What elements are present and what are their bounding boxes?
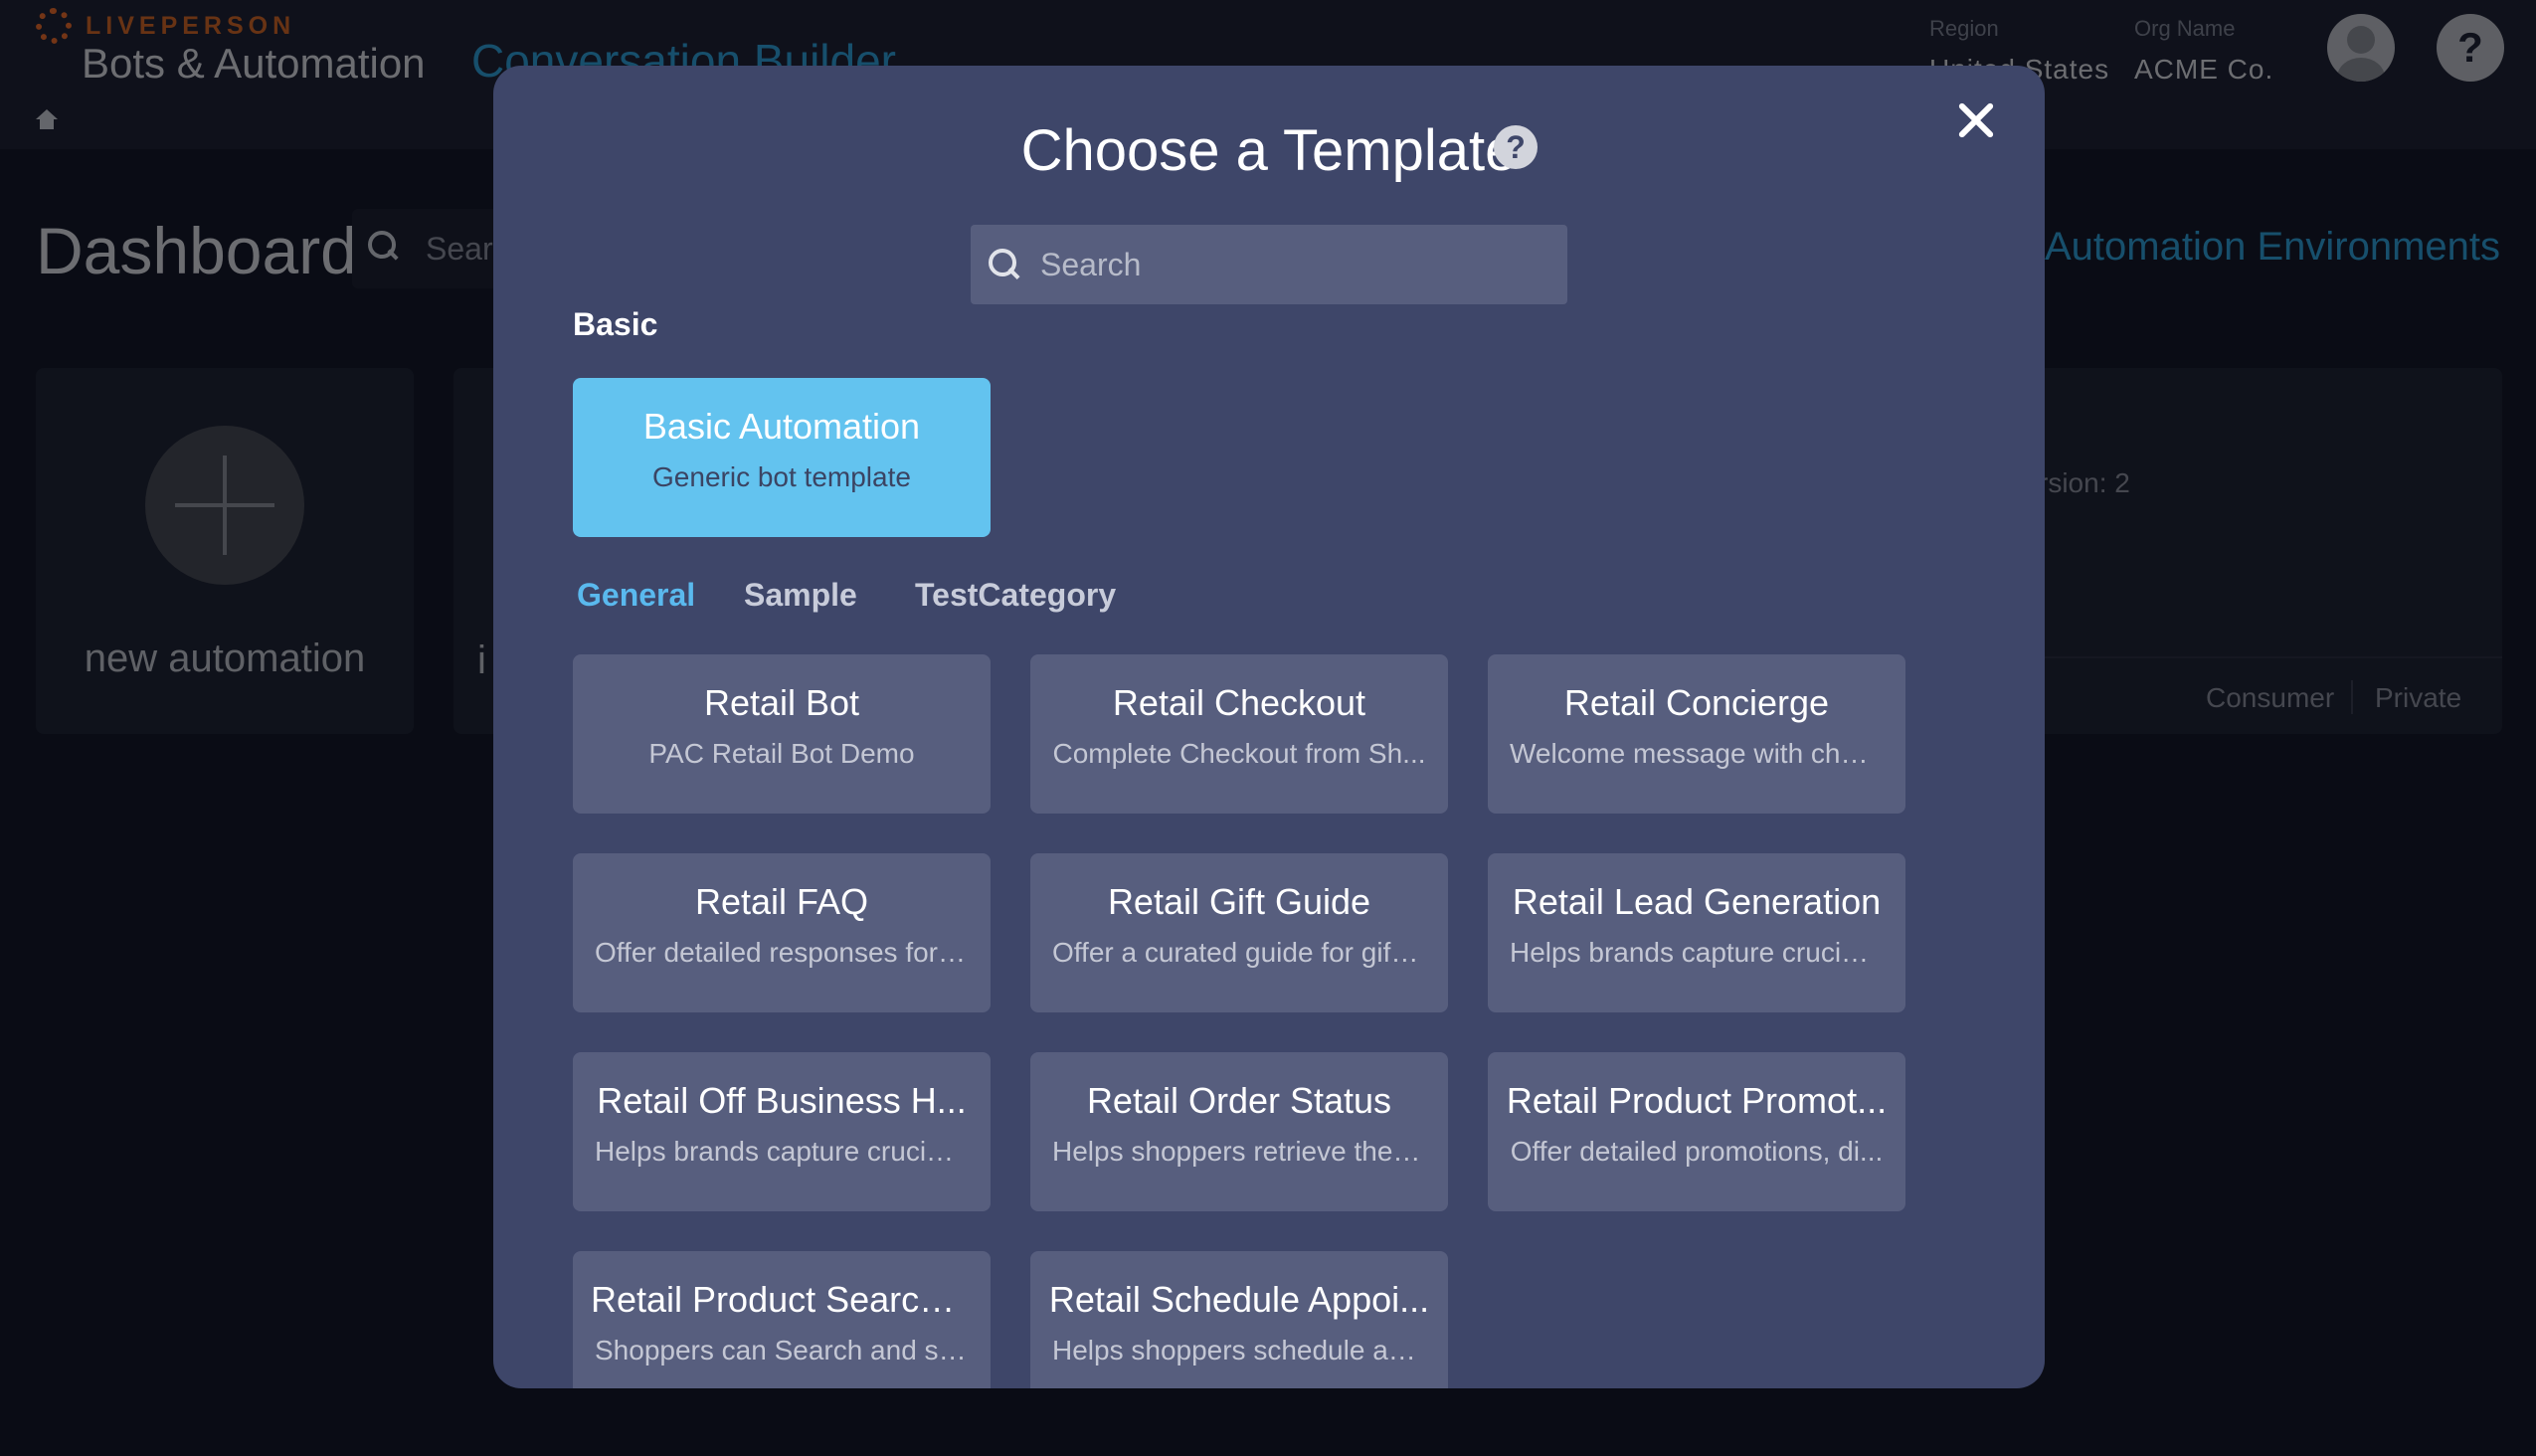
template-tile[interactable]: Retail FAQ Offer detailed responses for … — [573, 853, 991, 1012]
template-tile[interactable]: Retail Product Search ... Shoppers can S… — [573, 1251, 991, 1388]
template-description: Helps brands capture crucial... — [1510, 937, 1887, 968]
template-description: Generic bot template — [652, 461, 911, 492]
template-description: Helps brands capture crucial... — [595, 1136, 972, 1167]
modal-title: Choose a Template — [1020, 118, 1518, 183]
help-icon[interactable]: ? — [1494, 125, 1538, 169]
template-name: Retail Gift Guide — [1107, 881, 1371, 922]
basic-section-label: Basic — [573, 306, 658, 342]
template-description: Offer detailed promotions, di... — [1510, 1136, 1884, 1167]
template-tile[interactable]: Retail Bot PAC Retail Bot Demo — [573, 654, 991, 814]
template-description: Helps shoppers schedule ap... — [1052, 1335, 1427, 1365]
template-description: Complete Checkout from Sh... — [1052, 738, 1426, 769]
tab-general[interactable]: General — [577, 577, 695, 614]
template-tile[interactable]: Retail Concierge Welcome message with ch… — [1488, 654, 1905, 814]
template-name: Retail Product Search ... — [591, 1279, 980, 1320]
tab-testcategory[interactable]: TestCategory — [915, 577, 1116, 614]
template-tile[interactable]: Retail Product Promot... Offer detailed … — [1488, 1052, 1905, 1211]
template-description: Helps shoppers retrieve the l... — [1052, 1136, 1430, 1167]
template-tile[interactable]: Retail Gift Guide Offer a curated guide … — [1030, 853, 1448, 1012]
template-name: Retail Concierge — [1563, 682, 1830, 723]
template-tile[interactable]: Retail Lead Generation Helps brands capt… — [1488, 853, 1905, 1012]
tab-sample[interactable]: Sample — [744, 577, 857, 614]
search-icon — [989, 249, 1020, 280]
template-description: Shoppers can Search and sh... — [595, 1335, 978, 1365]
template-tile[interactable]: Retail Order Status Helps shoppers retri… — [1030, 1052, 1448, 1211]
template-name: Retail Order Status — [1086, 1080, 1392, 1121]
template-description: Offer a curated guide for gift ... — [1052, 937, 1430, 968]
template-name: Retail Schedule Appoi... — [1048, 1279, 1430, 1320]
template-search[interactable] — [971, 225, 1567, 304]
template-tile[interactable]: Retail Schedule Appoi... Helps shoppers … — [1030, 1251, 1448, 1388]
template-tile[interactable]: Retail Off Business H... Helps brands ca… — [573, 1052, 991, 1211]
template-tile[interactable]: Retail Checkout Complete Checkout from S… — [1030, 654, 1448, 814]
choose-template-modal: Choose a Template ? Basic Basic Automati… — [493, 66, 2045, 1388]
template-tile-basic-automation[interactable]: Basic Automation Generic bot template — [573, 378, 991, 537]
template-description: PAC Retail Bot Demo — [648, 738, 915, 769]
template-name: Retail Off Business H... — [597, 1080, 967, 1121]
template-name: Basic Automation — [642, 406, 921, 447]
template-name: Retail Lead Generation — [1512, 881, 1882, 922]
template-search-input[interactable] — [1040, 225, 1557, 304]
template-name: Retail Checkout — [1112, 682, 1366, 723]
template-description: Welcome message with choi... — [1510, 738, 1886, 769]
template-description: Offer detailed responses for ... — [595, 937, 970, 968]
template-name: Retail Bot — [703, 682, 860, 723]
template-name: Retail FAQ — [694, 881, 869, 922]
template-name: Retail Product Promot... — [1506, 1080, 1888, 1121]
